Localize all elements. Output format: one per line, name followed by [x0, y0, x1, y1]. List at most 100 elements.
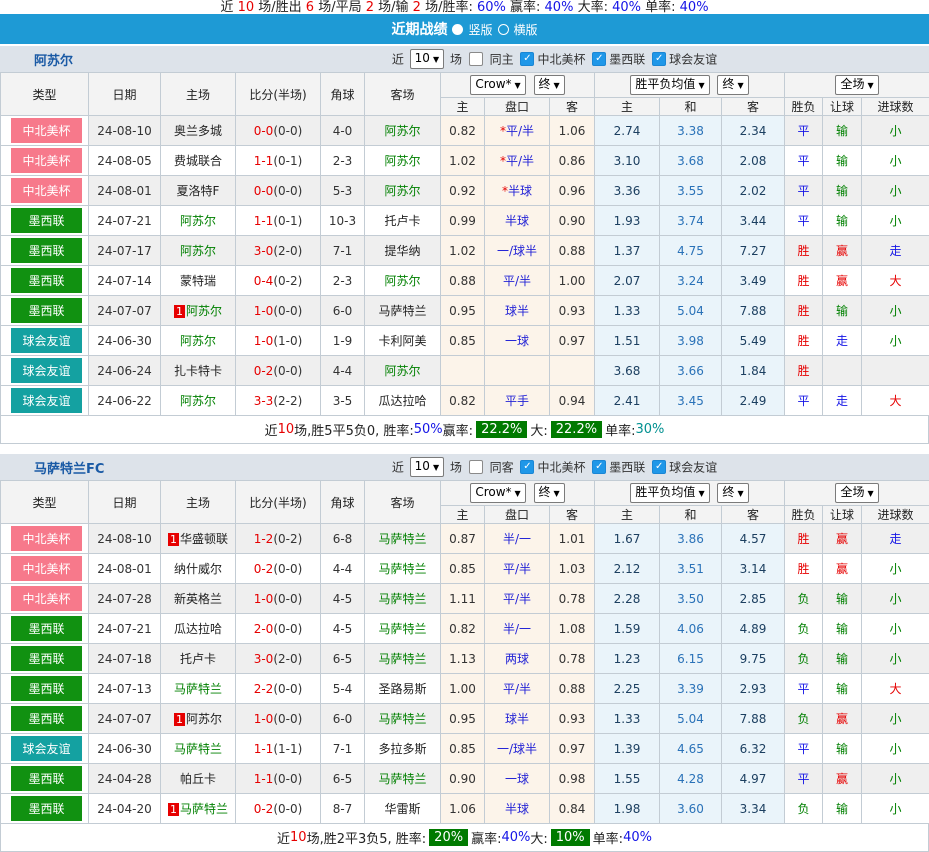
home-team-cell: 阿苏尔 — [161, 326, 236, 356]
team2-league1-checkbox[interactable] — [520, 460, 534, 474]
team1-same-venue-label: 同主 — [490, 53, 514, 67]
home-team-name: 瓜达拉哈 — [174, 622, 222, 636]
home-team-cell: 1华盛顿联 — [161, 524, 236, 554]
halftime-score: (0-2) — [273, 532, 302, 546]
team2-league3-checkbox[interactable] — [652, 460, 666, 474]
result-cell: 平 — [785, 146, 823, 176]
avg-home-cell: 1.59 — [595, 614, 660, 644]
avg-away-cell: 4.57 — [722, 524, 785, 554]
away-odds-cell: 1.03 — [550, 554, 595, 584]
result-cell: 负 — [785, 794, 823, 824]
result-cell: 平 — [785, 386, 823, 416]
team1-league2-checkbox[interactable] — [592, 52, 606, 66]
handicap-result-cell: 输 — [823, 614, 862, 644]
team2-league1-label: 中北美杯 — [537, 461, 585, 475]
date-cell: 24-07-18 — [89, 644, 161, 674]
red-card-flag: 1 — [174, 305, 185, 318]
away-odds: 0.94 — [559, 394, 586, 408]
result-value: 平 — [798, 682, 810, 696]
result-value: 负 — [798, 622, 810, 636]
avg-time-select[interactable]: 终▼ — [717, 75, 748, 95]
team2-same-venue-checkbox[interactable] — [469, 460, 483, 474]
score-cell: 0-4(0-2) — [236, 266, 321, 296]
team1-matches-table: 类型 日期 主场 比分(半场) 角球 客场 Crow*▼ 终▼ 胜平负均值▼ 终… — [0, 72, 929, 416]
fulltime-score: 3-0 — [254, 652, 274, 666]
avg-draw-odds: 4.75 — [677, 244, 704, 258]
away-team-name: 阿苏尔 — [384, 364, 420, 378]
home-team-name: 阿苏尔 — [180, 214, 216, 228]
match-row: 中北美杯24-08-01夏洛特F0-0(0-0)5-3阿苏尔0.92*半球0.9… — [1, 176, 929, 206]
halftime-score: (0-0) — [273, 592, 302, 606]
fulltime-select[interactable]: 全场▼ — [835, 75, 878, 95]
fulltime-select[interactable]: 全场▼ — [835, 483, 878, 503]
away-odds-cell: 0.88 — [550, 674, 595, 704]
away-team-cell: 马萨特兰 — [365, 554, 441, 584]
home-odds: 1.06 — [449, 802, 476, 816]
match-row: 墨西联24-04-28帕丘卡1-1(0-0)6-5马萨特兰0.90一球0.981… — [1, 764, 929, 794]
team1-same-venue-checkbox[interactable] — [469, 52, 483, 66]
handicap-cell: 一球 — [485, 764, 550, 794]
avg-time-select[interactable]: 终▼ — [717, 483, 748, 503]
away-team-name: 提华纳 — [384, 244, 420, 258]
goals-result-value: 小 — [890, 622, 902, 636]
stat-text-segment: 大: — [530, 420, 547, 439]
home-team-name: 阿苏尔 — [186, 304, 222, 318]
chevron-down-icon: ▼ — [554, 489, 560, 498]
corner-cell: 4-4 — [321, 554, 365, 584]
avg-away-odds: 2.49 — [740, 394, 767, 408]
result-value: 平 — [798, 742, 810, 756]
team1-league3-checkbox[interactable] — [652, 52, 666, 66]
avg-home-odds: 1.39 — [614, 742, 641, 756]
avg-away-odds: 9.75 — [740, 652, 767, 666]
avg-home-cell: 2.12 — [595, 554, 660, 584]
home-odds-cell: 0.95 — [441, 296, 485, 326]
avg-type-select[interactable]: 胜平负均值▼ — [630, 483, 709, 503]
odds-company-select[interactable]: Crow*▼ — [470, 483, 525, 503]
team2-match-count-select[interactable]: 10▼ — [410, 457, 444, 477]
handicap-result-cell: 赢 — [823, 764, 862, 794]
home-team-name: 阿苏尔 — [180, 244, 216, 258]
away-odds-cell: 0.94 — [550, 386, 595, 416]
home-odds-cell: 1.13 — [441, 644, 485, 674]
odds-company-select[interactable]: Crow*▼ — [470, 75, 525, 95]
col-away: 客场 — [365, 481, 441, 524]
goals-result-value: 小 — [890, 592, 902, 606]
home-odds-cell — [441, 356, 485, 386]
avg-away-odds: 5.49 — [740, 334, 767, 348]
avg-away-cell: 3.49 — [722, 266, 785, 296]
odds-time-select[interactable]: 终▼ — [534, 483, 565, 503]
previous-stats-text: 近 10 场/胜出 6 场/平局 2 场/输 2 场/胜率: 60% 赢率: 4… — [220, 0, 708, 13]
goals-result-value: 小 — [890, 334, 902, 348]
goals-result-cell: 小 — [862, 644, 929, 674]
team1-match-count-select[interactable]: 10▼ — [410, 49, 444, 69]
team2-league2-checkbox[interactable] — [592, 460, 606, 474]
league-cell: 墨西联 — [1, 296, 89, 326]
league-badge: 墨西联 — [11, 646, 82, 671]
avg-draw-cell: 3.68 — [660, 146, 722, 176]
stat-text-segment: 场/输 — [374, 0, 413, 13]
handicap-result-value: 赢 — [836, 772, 848, 786]
away-team-cell: 提华纳 — [365, 236, 441, 266]
away-odds: 1.08 — [559, 622, 586, 636]
horizontal-layout-radio[interactable] — [498, 24, 509, 35]
avg-away-cell: 7.27 — [722, 236, 785, 266]
team1-league1-checkbox[interactable] — [520, 52, 534, 66]
fulltime-score: 0-2 — [254, 562, 274, 576]
avg-away-cell: 3.44 — [722, 206, 785, 236]
home-odds: 0.90 — [449, 772, 476, 786]
stat-text-segment: 大率: — [573, 0, 612, 13]
goals-result-value: 小 — [890, 304, 902, 318]
result-cell: 平 — [785, 176, 823, 206]
fulltime-score: 1-0 — [254, 304, 274, 318]
sub-away: 客 — [550, 506, 595, 524]
date-cell: 24-07-14 — [89, 266, 161, 296]
vertical-layout-radio[interactable] — [452, 24, 463, 35]
avg-type-select[interactable]: 胜平负均值▼ — [630, 75, 709, 95]
odds-time-select[interactable]: 终▼ — [534, 75, 565, 95]
away-odds: 0.86 — [559, 154, 586, 168]
away-odds-cell: 0.90 — [550, 206, 595, 236]
result-value: 平 — [798, 772, 810, 786]
fulltime-score: 1-1 — [254, 772, 274, 786]
handicap-result-value: 输 — [836, 154, 848, 168]
home-team-cell: 阿苏尔 — [161, 386, 236, 416]
